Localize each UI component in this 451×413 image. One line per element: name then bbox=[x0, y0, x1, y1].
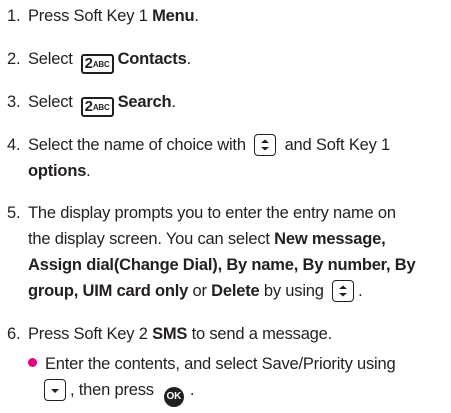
step-number: 3. bbox=[7, 93, 21, 111]
step-text: or bbox=[188, 282, 212, 300]
step-end: . bbox=[86, 162, 91, 180]
step-end: to send a message. bbox=[187, 325, 333, 343]
step-5: 5. The display prompts you to enter the e… bbox=[7, 200, 447, 304]
step-1: 1. Press Soft Key 1 Menu. bbox=[7, 3, 447, 29]
menu-label: Menu bbox=[152, 7, 195, 25]
key-2-icon: 2ABC bbox=[80, 97, 114, 117]
bullet-end: . bbox=[189, 381, 195, 399]
nav-down-icon bbox=[44, 379, 66, 401]
step-3: 3. Select 2ABC Search. bbox=[7, 89, 447, 117]
option-uim-card-only: UIM card only bbox=[82, 282, 189, 300]
step-number: 1. bbox=[7, 7, 21, 25]
separator: , bbox=[73, 282, 83, 300]
bullet-item: Enter the contents, and select Save/Prio… bbox=[28, 351, 448, 407]
contacts-label: Contacts bbox=[117, 50, 187, 68]
key-letters: ABC bbox=[92, 103, 110, 112]
step-4: 4. Select the name of choice with and Sof… bbox=[7, 132, 447, 184]
step-text: Press Soft Key 2 bbox=[28, 325, 153, 343]
step-text: Select bbox=[28, 50, 73, 68]
option-by-group-part2: group bbox=[28, 282, 74, 300]
step-6: 6. Press Soft Key 2 SMS to send a message… bbox=[7, 321, 447, 347]
option-by-number: By number bbox=[302, 256, 387, 274]
step-2: 2. Select 2ABC Contacts. bbox=[7, 46, 447, 74]
step-text: Select bbox=[28, 93, 73, 111]
options-label: options bbox=[28, 162, 87, 180]
key-letters: ABC bbox=[92, 60, 110, 69]
option-assign-dial: Assign dial(Change Dial) bbox=[28, 256, 218, 274]
step-number: 5. bbox=[7, 204, 21, 222]
nav-up-down-icon bbox=[332, 280, 355, 302]
bullet-dot bbox=[28, 358, 37, 367]
step-end: . bbox=[186, 50, 192, 68]
nav-up-down-icon bbox=[254, 134, 277, 156]
step-number: 6. bbox=[7, 325, 21, 343]
step-end: . bbox=[194, 7, 199, 25]
step-number: 2. bbox=[7, 50, 21, 68]
option-new-message: New message, bbox=[274, 230, 386, 248]
separator: , bbox=[293, 256, 303, 274]
separator: , bbox=[386, 256, 395, 274]
option-delete: Delete bbox=[211, 282, 260, 300]
step-text-cont: and Soft Key 1 bbox=[284, 136, 391, 154]
instruction-page: 1. Press Soft Key 1 Menu. 2. Select 2ABC Con… bbox=[0, 0, 451, 413]
option-by-group-part1: By bbox=[394, 256, 416, 274]
step-end: . bbox=[358, 282, 363, 300]
option-by-name: By name bbox=[226, 256, 294, 274]
step-text: Press Soft Key 1 bbox=[28, 7, 153, 25]
step-number: 4. bbox=[7, 136, 21, 154]
step-text: by using bbox=[259, 282, 324, 300]
step-end: . bbox=[171, 93, 176, 111]
search-label: Search bbox=[117, 93, 172, 111]
bullet-text: Enter the contents, and select Save/Prio… bbox=[45, 355, 396, 373]
key-2-icon: 2ABC bbox=[80, 54, 114, 74]
key-digit: 2 bbox=[84, 98, 93, 115]
step-text: the display screen. You can select bbox=[28, 230, 275, 248]
sms-label: SMS bbox=[152, 325, 188, 343]
bullet-text: , then press bbox=[70, 381, 154, 399]
key-digit: 2 bbox=[84, 55, 93, 72]
step-text: Select the name of choice with bbox=[28, 136, 246, 154]
step-text: The display prompts you to enter the ent… bbox=[28, 204, 396, 222]
ok-key-icon: OK bbox=[163, 387, 184, 407]
